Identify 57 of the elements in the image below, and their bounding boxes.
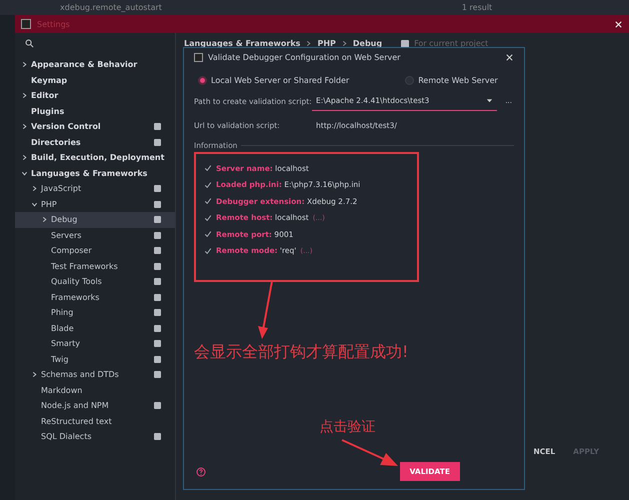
- tree-item[interactable]: Debug: [15, 212, 175, 228]
- tree-item[interactable]: Appearance & Behavior: [15, 57, 175, 72]
- tree-item[interactable]: Smarty: [15, 336, 175, 352]
- tree-item[interactable]: Blade: [15, 320, 175, 336]
- breadcrumb-item[interactable]: PHP: [317, 39, 336, 48]
- tree-item[interactable]: Schemas and DTDs: [15, 367, 175, 382]
- tree-item[interactable]: Servers: [15, 228, 175, 243]
- tree-item[interactable]: Build, Execution, Deployment: [15, 150, 175, 166]
- chevron-icon[interactable]: [21, 61, 28, 68]
- chevron-icon[interactable]: [21, 154, 28, 162]
- tree-item[interactable]: PHP: [15, 196, 175, 212]
- tree-item[interactable]: Quality Tools: [15, 274, 175, 290]
- chevron-icon[interactable]: [21, 92, 28, 100]
- tree-item[interactable]: Twig: [15, 352, 175, 367]
- search-icon[interactable]: [25, 39, 34, 48]
- chevron-icon: [305, 40, 312, 47]
- breadcrumb-item[interactable]: Languages & Frameworks: [184, 39, 300, 48]
- chevron-icon[interactable]: [31, 185, 38, 192]
- tree-item[interactable]: Phing: [15, 305, 175, 320]
- tree-item[interactable]: Keymap: [15, 72, 175, 88]
- close-icon[interactable]: [505, 52, 514, 62]
- tree-item[interactable]: Node.js and NPM: [15, 398, 175, 414]
- window-title: Settings: [37, 20, 71, 28]
- project-scope-icon: [401, 40, 410, 48]
- scope-hint: For current project: [414, 39, 488, 48]
- tree-item[interactable]: Plugins: [15, 104, 175, 119]
- annotation-text: 点击验证: [320, 418, 376, 436]
- app-logo-icon: [194, 52, 203, 62]
- annotation-arrow: [340, 438, 400, 468]
- result-count: 1 result: [462, 3, 492, 12]
- tree-item[interactable]: ReStructured text: [15, 414, 175, 429]
- tree-item[interactable]: SQL Dialects: [15, 429, 175, 444]
- close-icon[interactable]: [614, 20, 623, 28]
- tree-item[interactable]: Markdown: [15, 382, 175, 398]
- tree-item[interactable]: Directories: [15, 134, 175, 150]
- chevron-icon[interactable]: [31, 371, 38, 378]
- chevron-icon[interactable]: [31, 200, 38, 208]
- tree-item[interactable]: Frameworks: [15, 290, 175, 305]
- radio-option[interactable]: Local Web Server or Shared Folder: [198, 76, 350, 84]
- chevron-icon[interactable]: [21, 123, 28, 130]
- dropdown-icon[interactable]: [486, 97, 494, 104]
- tree-item[interactable]: Editor: [15, 88, 175, 104]
- tree-item[interactable]: JavaScript: [15, 181, 175, 196]
- annotation-text: 会显示全部打钩才算配置成功!: [194, 342, 410, 363]
- tree-item[interactable]: Composer: [15, 243, 175, 258]
- chevron-icon[interactable]: [41, 216, 48, 224]
- tree-item[interactable]: Version Control: [15, 119, 175, 134]
- tree-item[interactable]: Languages & Frameworks: [15, 166, 175, 181]
- dialog-title: Validate Debugger Configuration on Web Server: [208, 52, 402, 62]
- chevron-icon: [340, 40, 348, 47]
- search-text: xdebug.remote_autostart: [60, 3, 162, 12]
- app-logo-icon: [21, 19, 31, 29]
- help-icon[interactable]: [196, 467, 206, 477]
- radio-option[interactable]: Remote Web Server: [405, 76, 498, 84]
- tree-item[interactable]: Test Frameworks: [15, 258, 175, 274]
- chevron-icon[interactable]: [21, 170, 28, 177]
- breadcrumb-item[interactable]: Debug: [352, 39, 382, 48]
